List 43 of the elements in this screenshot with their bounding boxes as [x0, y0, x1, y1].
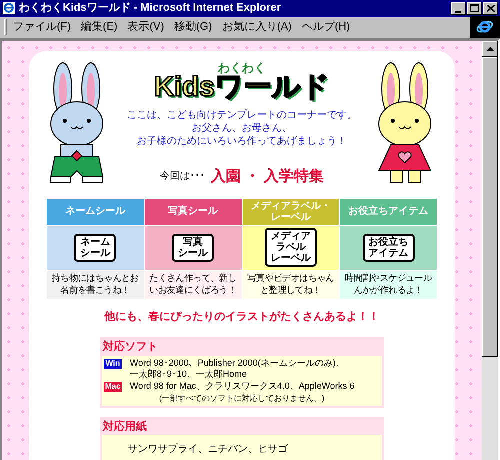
software-heading: 対応ソフト — [102, 340, 159, 355]
intro-line: お子様のためにいろいろ作ってあげましょう！ — [137, 134, 347, 148]
tagline: 他にも、春にぴったりのイラストがたくさんあるよ！！ — [104, 310, 380, 324]
software-list: Word 98 for Mac、クラリスワークス4.0、AppleWorks 6 — [130, 380, 355, 392]
category-description: 時間割やスケジュールんかが作れるよ！ — [340, 270, 437, 298]
menu-item[interactable]: ヘルプ(H) — [302, 18, 350, 36]
category-description: たくさん作って、新しいお友達にくばろう！ — [144, 270, 242, 298]
menu-item[interactable]: 編集(E) — [81, 18, 118, 36]
logo-ruby: わくわく — [218, 60, 266, 74]
software-list: Word 98･2000、Publisher 2000(ネームシールのみ)、 一太郎8･9･10、一太郎Home — [130, 358, 345, 380]
scroll-thumb[interactable] — [482, 56, 498, 356]
category-banner[interactable]: 写真 シール — [172, 234, 214, 262]
close-icon — [486, 4, 494, 12]
maximize-button[interactable] — [467, 2, 482, 15]
paper-heading: 対応用紙 — [102, 420, 148, 434]
category-banner[interactable]: ネーム シール — [74, 234, 116, 262]
scrollbar[interactable] — [482, 40, 498, 460]
browser-logo — [470, 16, 500, 38]
minimize-icon — [455, 10, 462, 14]
window-title: わくわくKidsワールド - Microsoft Internet Explorer — [19, 1, 282, 16]
paper-list: サンワサプライ、ニチバン、ヒサゴ — [128, 444, 288, 455]
menu-item[interactable]: お気に入り(A) — [222, 18, 292, 36]
feature-lead: 今回は･･･ — [160, 170, 205, 184]
platform-badge: Win — [104, 358, 122, 368]
category-tab[interactable]: 写真シール — [144, 198, 242, 224]
close-button[interactable] — [483, 2, 498, 15]
category-description: 持ち物にはちゃんとお名前を書こうね！ — [47, 270, 144, 298]
scroll-up-button[interactable] — [482, 40, 498, 56]
menu-item[interactable]: 表示(V) — [128, 18, 164, 36]
scroll-up-icon — [486, 46, 494, 50]
feature-title: 入園 ・ 入学特集 — [210, 166, 324, 186]
intro-line: お父さん、お母さん、 — [192, 122, 292, 134]
category-banner[interactable]: お役立ち アイテム — [362, 234, 415, 262]
category-description: 写真やビデオはちゃんと整理してね！ — [242, 270, 340, 298]
platform-badge: Mac — [104, 382, 122, 392]
minimize-button[interactable] — [451, 2, 466, 15]
category-banner[interactable]: メディア ラベル レーベル — [264, 228, 317, 267]
browser-icon — [2, 1, 16, 16]
menu-item[interactable]: ファイル(F) — [13, 18, 72, 36]
menu-item[interactable]: 移動(G) — [174, 18, 212, 36]
software-note: (一部すべてのソフトに対応しておりません。) — [159, 392, 325, 404]
intro-line: ここは、こども向けテンプレートのコーナーです。 — [127, 108, 357, 122]
maximize-icon — [470, 4, 479, 12]
